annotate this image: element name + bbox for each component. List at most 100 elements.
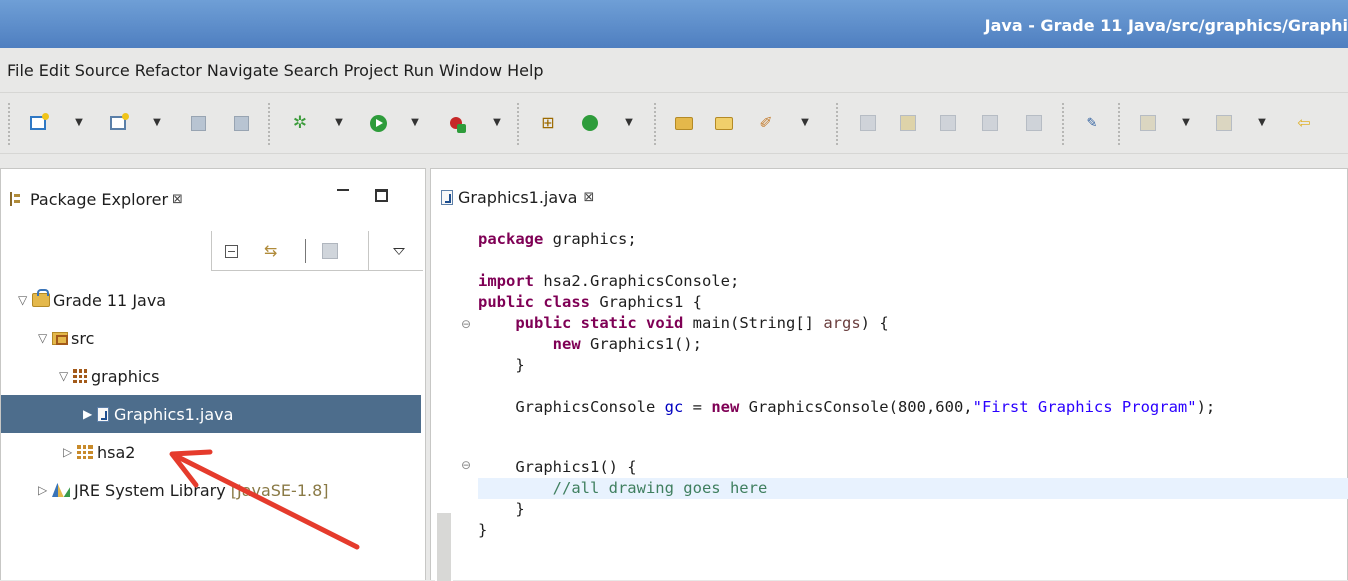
- tree-item-label: JRE System Library: [74, 480, 226, 500]
- save-all-icon[interactable]: [231, 113, 251, 133]
- close-tab-icon[interactable]: ⊠: [172, 192, 183, 207]
- run-arrow[interactable]: ▼: [409, 113, 421, 133]
- search-icon[interactable]: ✐: [756, 113, 776, 133]
- editor-tab[interactable]: Graphics1.java ⊠: [431, 169, 594, 225]
- new-icon[interactable]: [28, 113, 49, 133]
- view-toolbar: ⇆: [211, 231, 423, 271]
- package-icon: [73, 369, 87, 383]
- menu-project[interactable]: Project: [344, 61, 399, 80]
- previous-annotation-arrow[interactable]: ▼: [1256, 113, 1268, 133]
- menu-bar: File Edit Source Refactor Navigate Searc…: [0, 48, 1348, 92]
- new-package-icon[interactable]: [580, 113, 600, 133]
- code-line-7: }: [478, 356, 525, 374]
- external-tools-arrow[interactable]: ▼: [491, 113, 503, 133]
- show-whitespace-icon[interactable]: [1024, 113, 1044, 133]
- menu-refactor[interactable]: Refactor: [135, 61, 202, 80]
- pin-editor-icon[interactable]: ✎: [1082, 113, 1102, 133]
- new-java-class-icon[interactable]: ⊞: [538, 113, 558, 133]
- view-menu-icon[interactable]: [393, 248, 405, 255]
- view-menu-separator: [368, 231, 369, 271]
- current-line-marker: [437, 513, 451, 581]
- window-title: Java - Grade 11 Java/src/graphics/Graphi: [984, 16, 1348, 35]
- expanded-twisty-icon[interactable]: ▽: [38, 331, 52, 345]
- save-icon[interactable]: [188, 113, 208, 133]
- fold-collapse-icon[interactable]: ⊖: [461, 458, 471, 472]
- package-explorer-icon: [10, 192, 23, 206]
- collapsed-twisty-icon[interactable]: ▶: [83, 407, 97, 421]
- next-annotation-arrow[interactable]: ▼: [1180, 113, 1192, 133]
- new-package-arrow[interactable]: ▼: [623, 113, 635, 133]
- code-line-12: //all drawing goes here: [552, 479, 768, 497]
- code-line-1: package graphics;: [478, 230, 637, 248]
- package-explorer-tab[interactable]: Package Explorer ⊠: [10, 187, 183, 211]
- code-line-14: }: [478, 521, 488, 539]
- overview-ruler: [435, 229, 453, 581]
- editor-tab-title: Graphics1.java: [458, 187, 578, 207]
- tree-item-suffix: [JavaSE-1.8]: [230, 480, 329, 500]
- toggle-comment-icon[interactable]: [938, 113, 958, 133]
- close-tab-icon[interactable]: ⊠: [583, 190, 594, 205]
- external-tools-icon[interactable]: [446, 113, 466, 133]
- menu-source[interactable]: Source: [75, 61, 130, 80]
- debug-arrow[interactable]: ▼: [333, 113, 345, 133]
- maximize-icon[interactable]: [375, 189, 388, 202]
- toolbar-separator: [836, 103, 838, 145]
- main-toolbar: ▼ ▼ ✲ ▼ ▼ ▼ ⊞ ▼ ✐ ▼ ✎ ▼ ▼ ⇦: [0, 92, 1348, 154]
- code-line-11: Graphics1() {: [478, 458, 637, 476]
- expanded-twisty-icon[interactable]: ▽: [59, 369, 73, 383]
- new-class-icon[interactable]: [108, 113, 129, 133]
- code-line-3: import hsa2.GraphicsConsole;: [478, 272, 740, 290]
- tree-item-graphics1-java[interactable]: ▶ Graphics1.java: [1, 395, 421, 433]
- open-type-icon[interactable]: [674, 113, 694, 133]
- toolbar-separator: [1118, 103, 1120, 145]
- menu-navigate[interactable]: Navigate: [207, 61, 279, 80]
- filter-icon[interactable]: [322, 243, 338, 259]
- tree-item-label: graphics: [91, 366, 160, 386]
- toolbar-separator: [268, 103, 270, 145]
- link-with-editor-icon[interactable]: ⇆: [264, 241, 277, 260]
- source-folder-icon: [52, 331, 68, 345]
- minimize-icon[interactable]: [337, 189, 349, 199]
- library-icon: [52, 483, 70, 497]
- tree-item-project[interactable]: ▽ Grade 11 Java: [1, 281, 425, 319]
- tree-item-label: Graphics1.java: [114, 404, 234, 424]
- annotation-icon[interactable]: [858, 113, 878, 133]
- debug-icon[interactable]: ✲: [290, 113, 310, 133]
- menu-window[interactable]: Window: [439, 61, 502, 80]
- collapsed-twisty-icon[interactable]: ▷: [63, 445, 77, 459]
- window-title-bar[interactable]: Java - Grade 11 Java/src/graphics/Graphi: [0, 0, 1348, 48]
- menu-file[interactable]: File: [7, 61, 34, 80]
- block-select-icon[interactable]: [980, 113, 1000, 133]
- code-line-13: }: [478, 500, 525, 518]
- collapse-all-icon[interactable]: [225, 245, 238, 258]
- expanded-twisty-icon[interactable]: ▽: [18, 293, 32, 307]
- back-icon[interactable]: ⇦: [1294, 113, 1314, 133]
- tree-item-jre-library[interactable]: ▷ JRE System Library [JavaSE-1.8]: [1, 471, 425, 509]
- highlighter-icon[interactable]: [898, 113, 918, 133]
- tree-item-hsa2[interactable]: ▷ hsa2: [1, 433, 425, 471]
- next-annotation-icon[interactable]: [1138, 113, 1158, 133]
- fold-collapse-icon[interactable]: ⊖: [461, 317, 471, 331]
- menu-help[interactable]: Help: [507, 61, 543, 80]
- new-menu-arrow[interactable]: ▼: [73, 113, 85, 133]
- code-line-6: new Graphics1();: [552, 335, 702, 353]
- previous-annotation-icon[interactable]: [1214, 113, 1234, 133]
- toolbar-separator: [654, 103, 656, 145]
- tree-item-src[interactable]: ▽ src: [1, 319, 425, 357]
- tree-item-label: src: [71, 328, 95, 348]
- view-toolbar-separator: [305, 239, 306, 263]
- package-explorer-panel: Package Explorer ⊠ ⇆ ▽ Grade 11 Java ▽ s…: [0, 168, 426, 580]
- menu-edit[interactable]: Edit: [39, 61, 70, 80]
- code-line-4: public class Graphics1 {: [478, 293, 702, 311]
- open-task-icon[interactable]: [714, 113, 734, 133]
- java-file-icon: [97, 406, 109, 422]
- tree-item-label: Grade 11 Java: [53, 290, 167, 310]
- java-project-icon: [32, 289, 50, 307]
- tree-item-graphics[interactable]: ▽ graphics: [1, 357, 425, 395]
- run-icon[interactable]: [368, 113, 388, 133]
- collapsed-twisty-icon[interactable]: ▷: [38, 483, 52, 497]
- menu-search[interactable]: Search: [284, 61, 339, 80]
- search-arrow[interactable]: ▼: [799, 113, 811, 133]
- menu-run[interactable]: Run: [403, 61, 434, 80]
- new-class-arrow[interactable]: ▼: [151, 113, 163, 133]
